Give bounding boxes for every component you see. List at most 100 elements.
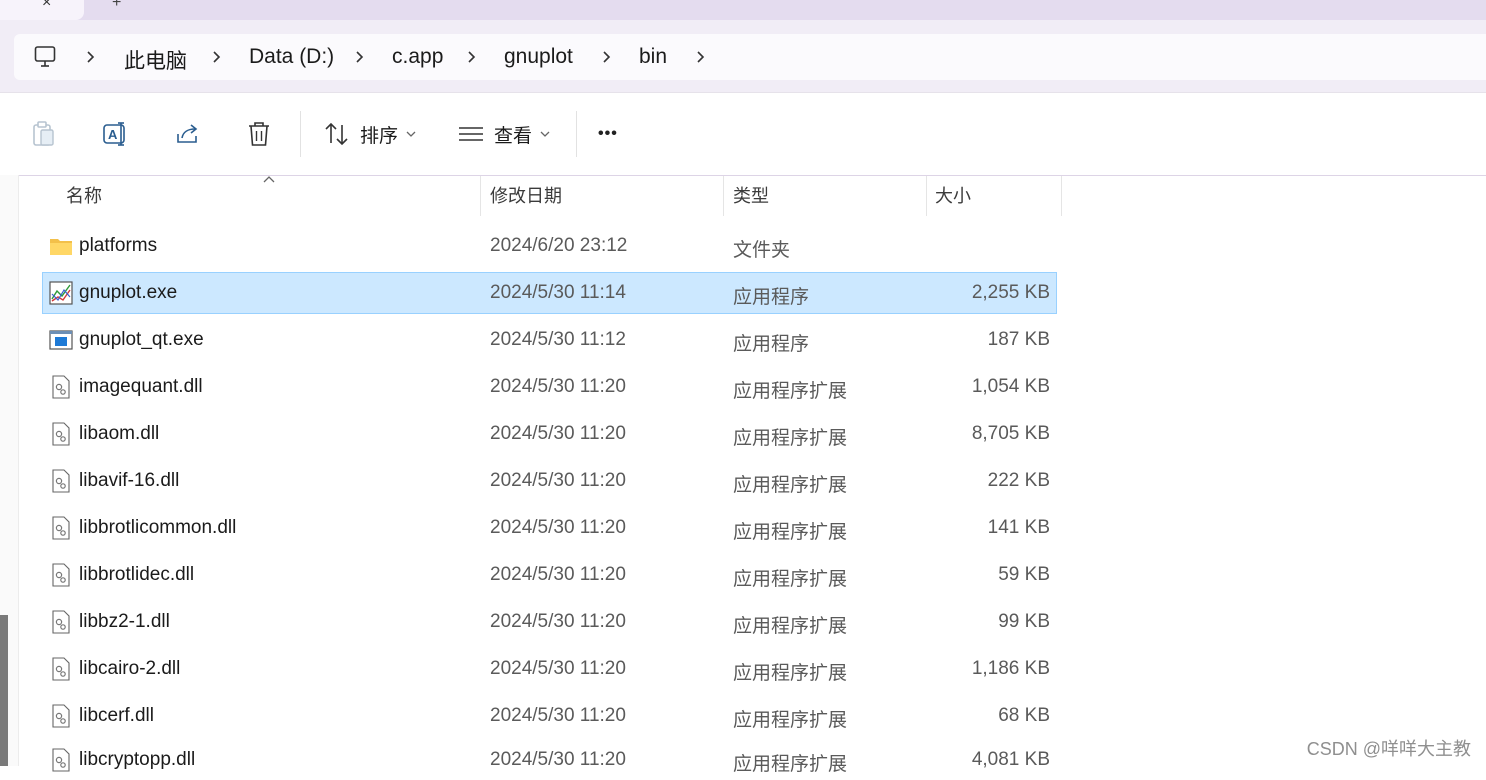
file-size: 1,186 KB xyxy=(971,658,1050,679)
column-divider[interactable] xyxy=(480,176,481,216)
file-name: platforms xyxy=(79,235,158,256)
more-options-button[interactable]: ••• xyxy=(598,119,618,149)
file-row-gnuplot-exe[interactable]: gnuplot.exe 2024/5/30 11:14 应用程序 2,255 K… xyxy=(42,272,1057,314)
active-tab[interactable]: × xyxy=(0,0,84,20)
file-type: 应用程序扩展 xyxy=(733,475,848,496)
chevron-right-icon[interactable] xyxy=(355,48,365,66)
dll-file-icon xyxy=(52,469,70,493)
file-date: 2024/5/30 11:20 xyxy=(490,423,626,444)
file-size: 1,054 KB xyxy=(971,376,1050,397)
file-size: 187 KB xyxy=(987,329,1050,350)
file-type: 应用程序扩展 xyxy=(733,754,848,775)
this-pc-icon[interactable] xyxy=(34,45,56,69)
file-row-gnuplot-qt-exe[interactable]: gnuplot_qt.exe 2024/5/30 11:12 应用程序 187 … xyxy=(43,320,1056,360)
file-name: libbrotlicommon.dll xyxy=(79,517,237,538)
file-type: 文件夹 xyxy=(733,240,791,261)
chevron-right-icon[interactable] xyxy=(212,48,222,66)
file-row-libbrotlidec-dll[interactable]: libbrotlidec.dll 2024/5/30 11:20 应用程序扩展 … xyxy=(43,555,1056,595)
file-row-libbz2-1-dll[interactable]: libbz2-1.dll 2024/5/30 11:20 应用程序扩展 99 K… xyxy=(43,602,1056,642)
breadcrumb-bin[interactable]: bin xyxy=(639,45,667,69)
file-row-imagequant-dll[interactable]: imagequant.dll 2024/5/30 11:20 应用程序扩展 1,… xyxy=(43,367,1056,407)
file-row-libavif-16-dll[interactable]: libavif-16.dll 2024/5/30 11:20 应用程序扩展 22… xyxy=(43,461,1056,501)
more-icon: ••• xyxy=(598,125,618,142)
scrollbar-thumb[interactable] xyxy=(0,615,8,766)
file-type: 应用程序扩展 xyxy=(733,381,848,402)
file-size: 59 KB xyxy=(998,564,1050,585)
file-row-libaom-dll[interactable]: libaom.dll 2024/5/30 11:20 应用程序扩展 8,705 … xyxy=(43,414,1056,454)
sort-arrows-icon xyxy=(325,122,348,146)
paste-button[interactable] xyxy=(32,119,56,149)
tab-strip: × + xyxy=(0,0,1486,20)
chevron-right-icon[interactable] xyxy=(86,48,96,66)
share-icon xyxy=(177,124,198,143)
column-header-name[interactable]: 名称 xyxy=(66,176,476,216)
address-area: 此电脑 Data (D:) c.app gnuplot bin xyxy=(0,20,1486,92)
view-button[interactable]: 查看 xyxy=(458,119,550,149)
column-divider[interactable] xyxy=(1061,176,1062,216)
file-name: libbrotlidec.dll xyxy=(79,564,195,585)
file-name: imagequant.dll xyxy=(79,376,203,397)
dll-file-icon xyxy=(52,748,70,772)
file-size: 2,255 KB xyxy=(971,282,1050,303)
share-button[interactable] xyxy=(174,119,202,149)
sort-button[interactable]: 排序 xyxy=(324,119,416,149)
new-tab-icon[interactable]: + xyxy=(112,0,121,12)
column-header-date[interactable]: 修改日期 xyxy=(490,176,720,216)
breadcrumb-data-drive[interactable]: Data (D:) xyxy=(249,45,334,69)
dll-file-icon xyxy=(52,516,70,540)
column-divider[interactable] xyxy=(926,176,927,216)
breadcrumb-c-app[interactable]: c.app xyxy=(392,45,443,69)
file-date: 2024/6/20 23:12 xyxy=(490,235,628,256)
file-type: 应用程序扩展 xyxy=(733,428,848,449)
file-size: 8,705 KB xyxy=(971,423,1050,444)
breadcrumb-this-pc[interactable]: 此电脑 xyxy=(124,45,187,75)
view-list-icon xyxy=(459,127,483,141)
file-name: libcairo-2.dll xyxy=(79,658,181,679)
command-bar: A 排序 查看 ••• xyxy=(0,92,1486,176)
file-row-libbrotlicommon-dll[interactable]: libbrotlicommon.dll 2024/5/30 11:20 应用程序… xyxy=(43,508,1056,548)
watermark-text: CSDN @咩咩大主教 xyxy=(1306,739,1471,759)
delete-button[interactable] xyxy=(246,119,272,149)
sort-label: 排序 xyxy=(360,125,399,147)
rename-icon: A xyxy=(103,122,125,146)
dll-file-icon xyxy=(52,610,70,634)
file-date: 2024/5/30 11:20 xyxy=(490,470,626,491)
file-size: 99 KB xyxy=(998,611,1050,632)
file-type: 应用程序扩展 xyxy=(733,616,848,637)
view-label: 查看 xyxy=(494,125,533,147)
address-bar[interactable]: 此电脑 Data (D:) c.app gnuplot bin xyxy=(14,34,1486,80)
rename-button[interactable]: A xyxy=(102,119,130,149)
file-date: 2024/5/30 11:20 xyxy=(490,517,626,538)
app-window-icon xyxy=(49,330,73,350)
file-size: 141 KB xyxy=(987,517,1050,538)
file-row-platforms[interactable]: platforms 2024/6/20 23:12 文件夹 xyxy=(43,226,1056,266)
file-name: libcryptopp.dll xyxy=(79,749,196,770)
file-date: 2024/5/30 11:12 xyxy=(490,329,626,350)
file-row-libcerf-dll[interactable]: libcerf.dll 2024/5/30 11:20 应用程序扩展 68 KB xyxy=(43,696,1056,736)
column-divider[interactable] xyxy=(723,176,724,216)
navigation-pane-edge xyxy=(0,175,19,766)
column-header-size[interactable]: 大小 xyxy=(935,176,1055,216)
file-name: libbz2-1.dll xyxy=(79,611,170,632)
file-date: 2024/5/30 11:20 xyxy=(490,658,626,679)
file-row-libcryptopp-dll[interactable]: libcryptopp.dll 2024/5/30 11:20 应用程序扩展 4… xyxy=(43,740,1056,780)
chevron-right-icon[interactable] xyxy=(602,48,612,66)
chevron-right-icon[interactable] xyxy=(696,48,706,66)
file-size: 68 KB xyxy=(998,705,1050,726)
file-name: libcerf.dll xyxy=(79,705,154,726)
dll-file-icon xyxy=(52,657,70,681)
column-header-type[interactable]: 类型 xyxy=(733,176,923,216)
chevron-right-icon[interactable] xyxy=(467,48,477,66)
breadcrumb-gnuplot[interactable]: gnuplot xyxy=(504,45,573,69)
close-tab-icon[interactable]: × xyxy=(42,0,51,12)
file-size: 4,081 KB xyxy=(971,749,1050,770)
dll-file-icon xyxy=(52,375,70,399)
file-type: 应用程序扩展 xyxy=(733,522,848,543)
file-type: 应用程序 xyxy=(733,334,810,355)
dll-file-icon xyxy=(52,422,70,446)
file-date: 2024/5/30 11:20 xyxy=(490,564,626,585)
file-row-libcairo-2-dll[interactable]: libcairo-2.dll 2024/5/30 11:20 应用程序扩展 1,… xyxy=(43,649,1056,689)
file-type: 应用程序扩展 xyxy=(733,569,848,590)
toolbar-divider xyxy=(576,111,577,157)
toolbar-divider xyxy=(300,111,301,157)
